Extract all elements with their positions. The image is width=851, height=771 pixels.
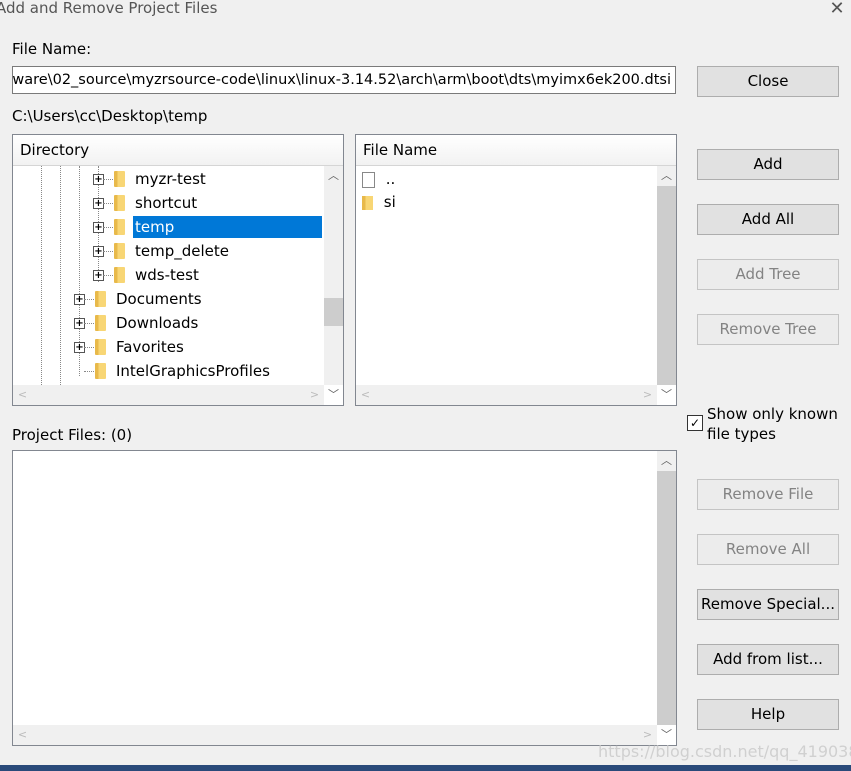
scroll-left-icon[interactable]: < [13, 725, 32, 745]
file-name-header[interactable]: File Name [356, 135, 676, 166]
folder-icon [114, 243, 125, 259]
add-button[interactable]: Add [697, 149, 839, 180]
add-all-button[interactable]: Add All [697, 204, 839, 235]
tree-vertical-scrollbar[interactable]: ︿ ﹀ [324, 166, 343, 401]
file-icon [362, 171, 375, 188]
remove-file-button[interactable]: Remove File [697, 479, 839, 510]
folder-icon [114, 267, 125, 283]
scroll-right-icon[interactable]: > [305, 385, 324, 405]
show-known-checkbox[interactable]: ✓ [687, 415, 703, 431]
folder-icon [114, 195, 125, 211]
scroll-thumb[interactable] [324, 298, 343, 326]
current-path: C:\Users\cc\Desktop\temp [12, 107, 208, 125]
project-files-label: Project Files: (0) [12, 426, 133, 444]
tree-item-label[interactable]: shortcut [133, 192, 197, 214]
tree-horizontal-scrollbar[interactable]: < > [13, 385, 324, 405]
tree-item-label[interactable]: Favorites [114, 336, 184, 358]
tree-item[interactable]: + temp_delete [13, 239, 324, 263]
tree-item[interactable]: + shortcut [13, 191, 324, 215]
scroll-left-icon[interactable]: < [356, 385, 375, 405]
tree-item[interactable]: + Downloads [13, 311, 324, 335]
scroll-up-icon[interactable]: ︿ [324, 166, 343, 186]
tree-item-label[interactable]: myzr-test [133, 168, 206, 190]
help-button[interactable]: Help [697, 699, 839, 730]
tree-item[interactable]: + myzr-test [13, 167, 324, 191]
file-horizontal-scrollbar[interactable]: < > [356, 385, 657, 405]
remove-all-button[interactable]: Remove All [697, 534, 839, 565]
window-title: Add and Remove Project Files [0, 0, 218, 17]
taskbar-strip [0, 765, 851, 771]
project-files-list[interactable]: ︿ ﹀ < > [12, 450, 677, 746]
directory-header[interactable]: Directory [13, 135, 343, 166]
scroll-right-icon[interactable]: > [638, 385, 657, 405]
tree-item[interactable]: + Favorites [13, 335, 324, 359]
project-vertical-scrollbar[interactable]: ︿ ﹀ [657, 451, 676, 741]
tree-item[interactable]: IntelGraphicsProfiles [13, 359, 324, 383]
tree-item-label[interactable]: temp_delete [133, 240, 229, 262]
tree-item[interactable]: + wds-test [13, 263, 324, 287]
close-button[interactable]: Close [697, 66, 839, 97]
directory-tree[interactable]: Directory + myzr-test + shortcut + temp + temp_… [12, 134, 344, 406]
close-icon[interactable]: ✕ [828, 0, 846, 18]
project-horizontal-scrollbar[interactable]: < > [13, 725, 657, 745]
scroll-down-icon[interactable]: ﹀ [657, 385, 676, 405]
file-name-label: File Name: [12, 40, 92, 58]
scroll-up-icon[interactable]: ︿ [657, 451, 676, 471]
scroll-left-icon[interactable]: < [13, 385, 32, 405]
file-vertical-scrollbar[interactable]: ︿ ﹀ [657, 166, 676, 401]
file-item-parent[interactable]: .. [362, 168, 395, 190]
file-list[interactable]: File Name .. si ︿ ﹀ < > [355, 134, 677, 406]
scroll-thumb[interactable] [657, 186, 676, 385]
tree-item-label[interactable]: Documents [114, 288, 202, 310]
remove-tree-button[interactable]: Remove Tree [697, 314, 839, 345]
file-item-si[interactable]: si [362, 191, 396, 213]
folder-icon [95, 339, 106, 355]
tree-item-label[interactable]: temp [133, 216, 322, 238]
tree-item-label[interactable]: Downloads [114, 312, 198, 334]
remove-special-button[interactable]: Remove Special... [697, 589, 839, 620]
tree-item-label[interactable]: IntelGraphicsProfiles [114, 360, 270, 382]
folder-icon [114, 219, 125, 235]
tree-item[interactable]: + Documents [13, 287, 324, 311]
add-from-list-button[interactable]: Add from list... [697, 644, 839, 675]
tree-item-label[interactable]: wds-test [133, 264, 199, 286]
folder-icon [95, 315, 106, 331]
folder-icon [114, 171, 125, 187]
show-known-label[interactable]: Show only known file types [707, 404, 847, 444]
folder-icon [95, 363, 106, 379]
scroll-down-icon[interactable]: ﹀ [324, 385, 343, 405]
folder-icon [362, 195, 373, 210]
tree-item[interactable]: + temp [13, 215, 324, 239]
scroll-up-icon[interactable]: ︿ [657, 166, 676, 186]
add-tree-button[interactable]: Add Tree [697, 259, 839, 290]
watermark: https://blog.csdn.net/qq_41903811 [598, 742, 851, 761]
scroll-thumb[interactable] [657, 471, 676, 725]
file-name-input[interactable]: D:\software\02_source\myzrsource-code\li… [12, 66, 676, 94]
folder-icon [95, 291, 106, 307]
